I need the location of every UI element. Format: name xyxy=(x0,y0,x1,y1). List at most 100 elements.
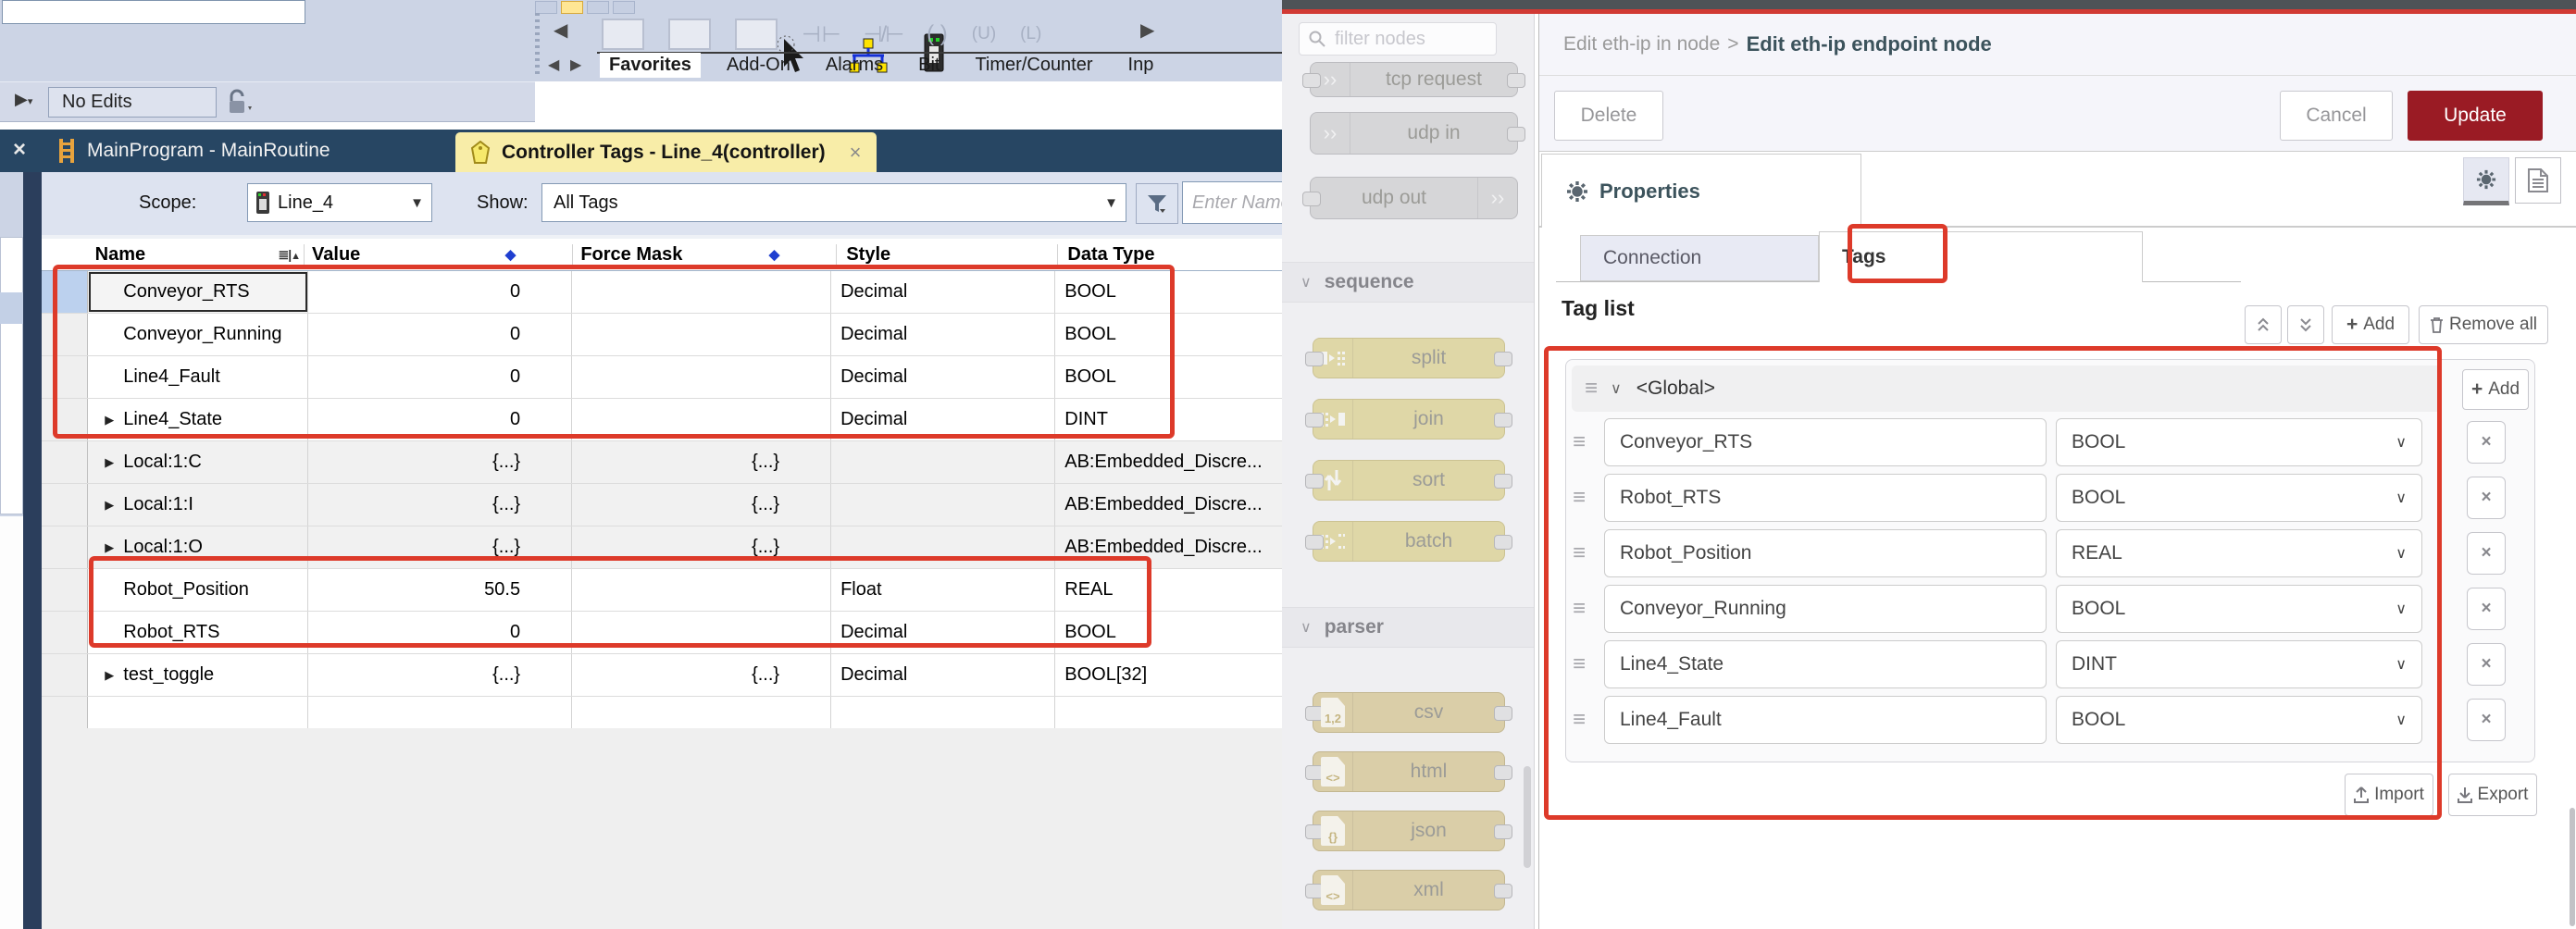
cell-value[interactable]: {...} xyxy=(308,654,572,696)
cell-style[interactable]: Decimal xyxy=(831,654,1055,696)
row-gutter[interactable] xyxy=(42,484,88,526)
tag-type-select[interactable]: REAL∨ xyxy=(2056,529,2422,577)
cell-type[interactable]: DINT xyxy=(1055,399,1282,440)
pin-icon[interactable]: ◆ xyxy=(769,246,786,263)
tag-name-input[interactable] xyxy=(1604,696,2047,744)
cancel-button[interactable]: Cancel xyxy=(2280,91,2393,141)
palette-node-split[interactable]: split xyxy=(1313,338,1505,378)
update-button[interactable]: Update xyxy=(2408,91,2543,141)
cell-style[interactable]: Decimal xyxy=(831,612,1055,653)
cell-name[interactable]: ▶Local:1:I xyxy=(88,484,307,526)
cell-style[interactable]: Decimal xyxy=(831,271,1055,313)
drag-handle-icon[interactable]: ≡ xyxy=(1573,707,1604,733)
otl-coil-icon[interactable]: (L) xyxy=(1020,24,1041,44)
cell-value[interactable]: 0 xyxy=(308,314,572,355)
sort-icon[interactable]: ≣|▲ xyxy=(279,247,305,263)
drag-handle-icon[interactable]: ≡ xyxy=(1585,376,1596,402)
tab-tags[interactable]: Tags xyxy=(1819,231,2143,282)
cell-name[interactable]: Conveyor_Running xyxy=(88,314,307,355)
xio-contact-icon[interactable]: ⊣/⊢ xyxy=(864,21,902,48)
palette-node-join[interactable]: join xyxy=(1313,399,1505,440)
palette-node-udp-in[interactable]: ›› udp in xyxy=(1310,112,1518,155)
palette-category-sequence[interactable]: ∨ sequence xyxy=(1282,262,1534,303)
show-dropdown[interactable]: All Tags ▼ xyxy=(541,183,1126,222)
cell-force[interactable] xyxy=(572,314,831,355)
remove-tag-button[interactable]: × xyxy=(2467,477,2506,519)
palette-node-csv[interactable]: 1,2 csv xyxy=(1313,692,1505,733)
drag-handle-icon[interactable]: ≡ xyxy=(1573,485,1604,511)
rung-branch-icon[interactable] xyxy=(668,19,711,50)
cell-force[interactable] xyxy=(572,356,831,398)
tab-controller-tags[interactable]: Controller Tags - Line_4(controller) × xyxy=(455,132,877,172)
tab-timer-counter[interactable]: Timer/Counter xyxy=(965,53,1101,78)
remove-all-button[interactable]: Remove all xyxy=(2419,305,2548,344)
cell-value[interactable]: 0 xyxy=(308,612,572,653)
cell-value[interactable]: {...} xyxy=(308,441,572,483)
tab-add-on[interactable]: Add-On xyxy=(717,53,800,78)
palette-scrollbar[interactable] xyxy=(1524,766,1531,868)
remove-tag-button[interactable]: × xyxy=(2467,532,2506,575)
docked-panel-edge[interactable] xyxy=(0,237,23,514)
drag-handle-icon[interactable]: ≡ xyxy=(1573,651,1604,677)
header-value[interactable]: Value◆ xyxy=(305,244,573,266)
palette-node-json[interactable]: {} json xyxy=(1313,811,1505,851)
table-row[interactable]: Conveyor_RTS 0 Decimal BOOL xyxy=(42,271,1282,314)
table-row[interactable]: ▶Local:1:I {...} {...} AB:Embedded_Discr… xyxy=(42,484,1282,526)
cell-type[interactable]: AB:Embedded_Discre... xyxy=(1055,441,1282,483)
tab-connection[interactable]: Connection xyxy=(1580,235,1819,281)
mini-toolbar-button-active[interactable] xyxy=(561,1,583,14)
cell-name[interactable]: Robot_RTS xyxy=(88,612,307,653)
toolbar-splitter[interactable] xyxy=(535,13,540,78)
tag-type-select[interactable]: DINT∨ xyxy=(2056,640,2422,688)
table-row[interactable]: ▶Line4_State 0 Decimal DINT xyxy=(42,399,1282,441)
rung-edit-dropdown[interactable]: ▶▾ xyxy=(15,90,32,109)
filter-button[interactable] xyxy=(1136,183,1178,224)
cell-type[interactable]: AB:Embedded_Discre... xyxy=(1055,484,1282,526)
tag-name-input[interactable] xyxy=(1604,418,2047,466)
tag-type-select[interactable]: BOOL∨ xyxy=(2056,585,2422,633)
mini-toolbar-button[interactable] xyxy=(613,1,635,14)
drag-handle-icon[interactable]: ≡ xyxy=(1573,540,1604,566)
palette-node-xml[interactable]: <> xml xyxy=(1313,870,1505,910)
cell-value[interactable]: 50.5 xyxy=(308,569,572,611)
tab-properties[interactable]: Properties xyxy=(1541,154,1861,228)
remove-tag-button[interactable]: × xyxy=(2467,588,2506,630)
move-up-button[interactable] xyxy=(2245,305,2282,344)
docked-panel-item[interactable] xyxy=(0,292,23,324)
pin-icon[interactable]: ◆ xyxy=(505,246,522,263)
scope-dropdown[interactable]: Line_4 ▼ xyxy=(247,183,432,222)
cell-name[interactable]: Conveyor_RTS xyxy=(88,271,307,313)
cell-name[interactable]: ▶Local:1:C xyxy=(88,441,307,483)
cell-type[interactable]: BOOL[32] xyxy=(1055,654,1282,696)
cell-force[interactable]: {...} xyxy=(572,441,831,483)
row-gutter[interactable] xyxy=(42,271,88,313)
cell-force[interactable] xyxy=(572,612,831,653)
cell-name[interactable]: ▶test_toggle xyxy=(88,654,307,696)
tab-favorites[interactable]: Favorites xyxy=(600,53,701,78)
instruction-scroll-left[interactable]: ◀ xyxy=(554,19,567,42)
cell-force[interactable]: {...} xyxy=(572,526,831,568)
tag-name-input[interactable] xyxy=(1604,585,2047,633)
drag-handle-icon[interactable]: ≡ xyxy=(1573,429,1604,455)
tag-type-select[interactable]: BOOL∨ xyxy=(2056,418,2422,466)
row-gutter[interactable] xyxy=(42,612,88,653)
row-gutter[interactable] xyxy=(42,526,88,568)
row-gutter[interactable] xyxy=(42,441,88,483)
cell-force[interactable]: {...} xyxy=(572,484,831,526)
palette-node-sort[interactable]: sort xyxy=(1313,460,1505,501)
chevron-down-icon[interactable]: ∨ xyxy=(1611,379,1622,398)
drag-handle-icon[interactable]: ≡ xyxy=(1573,596,1604,622)
export-button[interactable]: Export xyxy=(2448,774,2537,816)
cell-value[interactable]: 0 xyxy=(308,399,572,440)
tag-name-input[interactable] xyxy=(1604,640,2047,688)
header-data-type[interactable]: Data Type xyxy=(1058,244,1282,266)
cell-value[interactable]: 0 xyxy=(308,271,572,313)
palette-category-parser[interactable]: ∨ parser xyxy=(1282,607,1534,648)
header-style[interactable]: Style xyxy=(837,244,1058,266)
header-name[interactable]: Name≣|▲ xyxy=(88,244,305,266)
table-row[interactable]: ▶test_toggle {...} {...} Decimal BOOL[32… xyxy=(42,654,1282,697)
cell-name[interactable]: ▶Local:1:O xyxy=(88,526,307,568)
cell-name[interactable]: ▶Line4_State xyxy=(88,399,307,440)
rung-branch-level-icon[interactable] xyxy=(735,19,778,50)
cell-style[interactable] xyxy=(831,441,1055,483)
